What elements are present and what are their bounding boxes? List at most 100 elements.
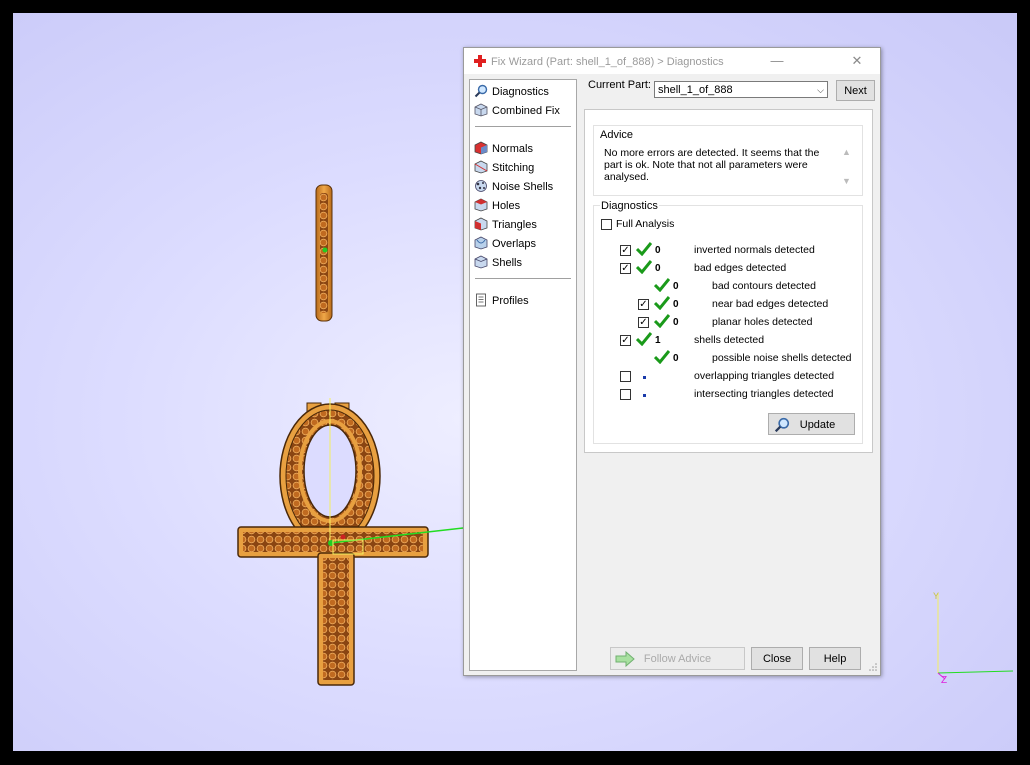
nav-divider bbox=[475, 126, 571, 127]
nav-label: Overlaps bbox=[492, 238, 537, 250]
next-button[interactable]: Next bbox=[836, 80, 875, 101]
magnifier-icon bbox=[774, 417, 790, 433]
nav-item-diagnostics[interactable]: Diagnostics bbox=[474, 83, 549, 101]
follow-advice-button[interactable]: Follow Advice bbox=[610, 647, 745, 670]
arrow-right-icon bbox=[615, 651, 635, 667]
overlapping-triangles-label: overlapping triangles detected bbox=[694, 370, 835, 382]
planar-holes-count: 0 bbox=[673, 317, 679, 328]
triangles-icon bbox=[474, 217, 488, 231]
planar-holes-checkbox[interactable]: ✓ bbox=[638, 317, 649, 328]
bad-edges-label: bad edges detected bbox=[694, 262, 787, 274]
side-view-model bbox=[315, 184, 333, 322]
full-analysis-label: Full Analysis bbox=[616, 218, 675, 230]
cube-icon bbox=[474, 103, 488, 117]
inverted-normals-label: inverted normals detected bbox=[694, 244, 815, 256]
window-title: Fix Wizard (Part: shell_1_of_888) > Diag… bbox=[491, 56, 724, 68]
advice-title: Advice bbox=[600, 129, 634, 141]
document-icon bbox=[476, 293, 486, 307]
not-analysed-dot-icon bbox=[643, 376, 646, 379]
nav-label: Noise Shells bbox=[492, 181, 554, 193]
close-button[interactable]: Close bbox=[751, 647, 803, 670]
planar-holes-label: planar holes detected bbox=[712, 316, 813, 328]
bad-edges-count: 0 bbox=[655, 263, 661, 274]
nav-label: Diagnostics bbox=[492, 86, 549, 98]
y-axis-label: Y bbox=[933, 591, 939, 601]
nav-item-shells[interactable]: Shells bbox=[474, 254, 522, 272]
red-cross-icon bbox=[474, 55, 486, 67]
nav-item-stitching[interactable]: Stitching bbox=[474, 159, 534, 177]
update-button[interactable]: Update bbox=[768, 413, 855, 435]
nav-label: Stitching bbox=[492, 162, 535, 174]
nav-label: Normals bbox=[492, 143, 533, 155]
axis-triad bbox=[937, 593, 1014, 680]
green-check-icon bbox=[654, 350, 670, 364]
nav-item-profiles[interactable]: Profiles bbox=[474, 292, 529, 310]
shells-checkbox[interactable]: ✓ bbox=[620, 335, 631, 346]
normals-icon bbox=[474, 141, 488, 155]
green-check-icon bbox=[636, 332, 652, 346]
inverted-normals-count: 0 bbox=[655, 245, 661, 256]
nav-item-holes[interactable]: Holes bbox=[474, 197, 520, 215]
intersecting-triangles-checkbox[interactable] bbox=[620, 389, 631, 400]
diagnostics-title: Diagnostics bbox=[600, 200, 659, 212]
diagnostics-group: Diagnostics Full Analysis ✓ 0 inverted n… bbox=[593, 200, 863, 444]
nav-item-overlaps[interactable]: Overlaps bbox=[474, 235, 536, 253]
nav-item-triangles[interactable]: Triangles bbox=[474, 216, 537, 234]
chevron-down-icon: ⌵ bbox=[817, 85, 824, 95]
stitching-icon bbox=[474, 160, 488, 174]
bad-contours-label: bad contours detected bbox=[712, 280, 816, 292]
bad-contours-count: 0 bbox=[673, 281, 679, 292]
nav-divider bbox=[475, 278, 571, 279]
wizard-nav: Diagnostics Combined Fix Normals Stitchi… bbox=[469, 79, 577, 671]
holes-icon bbox=[474, 198, 488, 212]
follow-advice-label: Follow Advice bbox=[643, 653, 712, 665]
green-check-icon bbox=[654, 314, 670, 328]
advice-group: Advice No more errors are detected. It s… bbox=[593, 125, 863, 196]
near-bad-edges-checkbox[interactable]: ✓ bbox=[638, 299, 649, 310]
overlaps-icon bbox=[474, 236, 488, 250]
green-check-icon bbox=[636, 242, 652, 256]
near-bad-edges-label: near bad edges detected bbox=[712, 298, 829, 310]
overlapping-triangles-checkbox[interactable] bbox=[620, 371, 631, 382]
intersecting-triangles-label: intersecting triangles detected bbox=[694, 388, 834, 400]
bad-edges-checkbox[interactable]: ✓ bbox=[620, 263, 631, 274]
shells-count: 1 bbox=[655, 335, 661, 346]
nav-label: Profiles bbox=[492, 295, 529, 307]
magnifier-icon bbox=[474, 84, 488, 98]
green-check-icon bbox=[636, 260, 652, 274]
inverted-normals-checkbox[interactable]: ✓ bbox=[620, 245, 631, 256]
diagnostics-panel: Advice No more errors are detected. It s… bbox=[584, 109, 873, 453]
minimize-button[interactable]: — bbox=[766, 52, 788, 70]
near-bad-edges-count: 0 bbox=[673, 299, 679, 310]
close-window-button[interactable]: ✕ bbox=[846, 52, 868, 70]
nav-label: Shells bbox=[492, 257, 522, 269]
full-analysis-checkbox[interactable] bbox=[601, 219, 612, 230]
z-axis-label: Z bbox=[941, 675, 947, 686]
nav-item-normals[interactable]: Normals bbox=[474, 140, 533, 158]
current-part-value: shell_1_of_888 bbox=[658, 84, 733, 96]
update-label: Update bbox=[799, 419, 836, 431]
nav-item-noise-shells[interactable]: Noise Shells bbox=[474, 178, 553, 196]
green-check-icon bbox=[654, 296, 670, 310]
current-part-select[interactable]: shell_1_of_888 ⌵ bbox=[654, 81, 828, 98]
scroll-down-icon[interactable]: ▼ bbox=[842, 176, 851, 186]
noise-shells-label: possible noise shells detected bbox=[712, 352, 852, 364]
help-button[interactable]: Help bbox=[809, 647, 861, 670]
shells-label: shells detected bbox=[694, 334, 765, 346]
noise-shells-count: 0 bbox=[673, 353, 679, 364]
scroll-up-icon[interactable]: ▲ bbox=[842, 147, 851, 157]
advice-text: No more errors are detected. It seems th… bbox=[604, 147, 820, 183]
nav-label: Combined Fix bbox=[492, 105, 560, 117]
title-bar[interactable]: Fix Wizard (Part: shell_1_of_888) > Diag… bbox=[464, 48, 880, 74]
resize-grip-icon[interactable] bbox=[868, 662, 878, 672]
shells-icon bbox=[474, 255, 488, 269]
not-analysed-dot-icon bbox=[643, 394, 646, 397]
nav-label: Holes bbox=[492, 200, 521, 212]
nav-item-combined-fix[interactable]: Combined Fix bbox=[474, 102, 560, 120]
noise-shells-icon bbox=[475, 180, 487, 192]
ankh-model bbox=[237, 398, 464, 686]
green-check-icon bbox=[654, 278, 670, 292]
current-part-label: Current Part: bbox=[588, 79, 651, 91]
nav-label: Triangles bbox=[492, 219, 537, 231]
fix-wizard-dialog: Fix Wizard (Part: shell_1_of_888) > Diag… bbox=[463, 47, 881, 676]
